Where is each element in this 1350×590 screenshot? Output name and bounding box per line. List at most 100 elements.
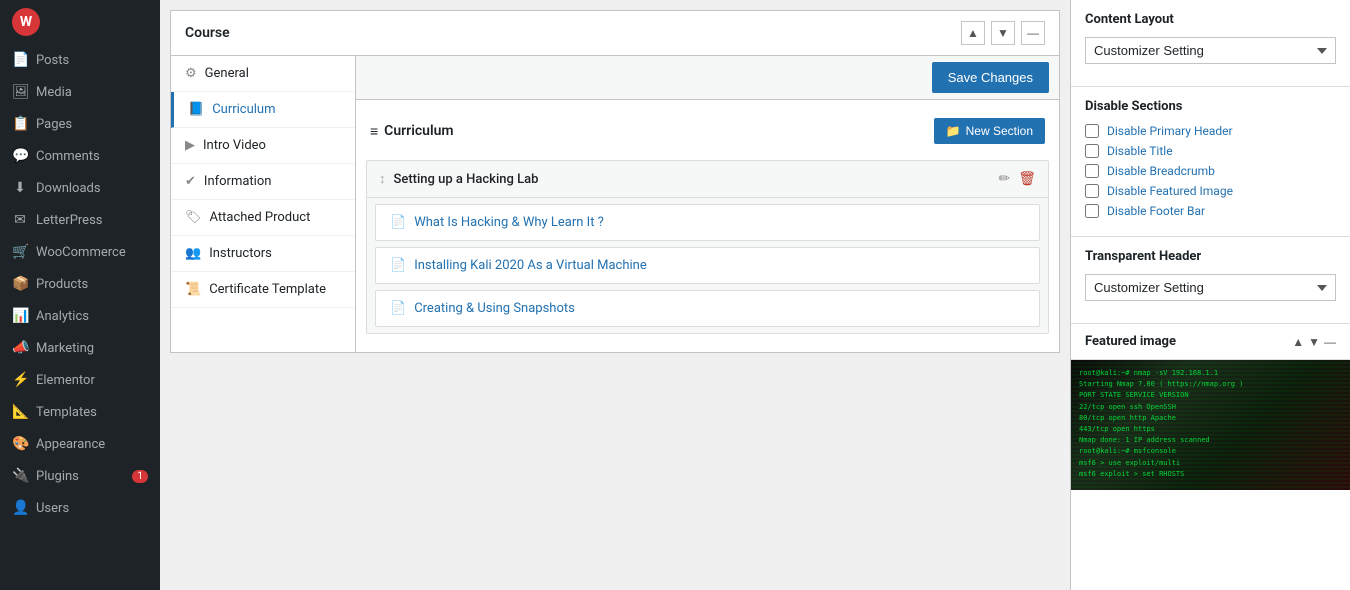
sidebar-label-downloads: Downloads (36, 181, 101, 196)
content-layout-select[interactable]: Customizer SettingFull WidthBoxed (1085, 37, 1336, 64)
checkbox-disable_featured_image[interactable] (1085, 184, 1099, 198)
code-line: PORT STATE SERVICE VERSION (1079, 390, 1342, 401)
lesson-icon-l2: 📄 (390, 258, 406, 273)
course-sidebar-item-information[interactable]: ✔ Information (171, 164, 355, 200)
new-section-folder-icon: 📁 (946, 124, 961, 138)
sidebar-icon-appearance: 🎨 (12, 436, 28, 452)
drag-icon-section1: ↕ (379, 171, 386, 187)
featured-image-collapse-down[interactable]: ▼ (1308, 335, 1320, 349)
checkbox-row-disable_title: Disable Title (1085, 144, 1336, 158)
section-header-section1: ↕ Setting up a Hacking Lab ✏ 🗑 (367, 161, 1048, 198)
section-name-section1: Setting up a Hacking Lab (394, 172, 539, 187)
code-line: msf6 exploit > set RHOSTS (1079, 469, 1342, 480)
featured-image-title: Featured image (1085, 334, 1176, 349)
sidebar-item-appearance[interactable]: 🎨 Appearance (0, 428, 160, 460)
checkbox-label-disable_featured_image[interactable]: Disable Featured Image (1107, 184, 1233, 198)
cs-icon-information: ✔ (185, 174, 196, 189)
sidebar-label-media: Media (36, 85, 72, 100)
code-line: 22/tcp open ssh OpenSSH (1079, 402, 1342, 413)
sidebar-item-marketing[interactable]: 📣 Marketing (0, 332, 160, 364)
course-sidebar-item-curriculum[interactable]: 📘 Curriculum (171, 92, 355, 128)
lesson-icon-l1: 📄 (390, 215, 406, 230)
sidebar-item-media[interactable]: 🖼 Media (0, 76, 160, 108)
curriculum-header: ≡ Curriculum 📁 New Section (366, 110, 1049, 152)
course-body: ⚙ General 📘 Curriculum ▶ Intro Video ✔ I… (171, 56, 1059, 352)
sidebar-item-elementor[interactable]: ⚡ Elementor (0, 364, 160, 396)
sidebar: W 📄 Posts 🖼 Media 📋 Pages 💬 Comments ⬇ D… (0, 0, 160, 590)
sidebar-item-pages[interactable]: 📋 Pages (0, 108, 160, 140)
panel-collapse-down-btn[interactable]: ▼ (991, 21, 1015, 45)
section-section1: ↕ Setting up a Hacking Lab ✏ 🗑 📄 What Is… (366, 160, 1049, 334)
checkbox-label-disable_primary_header[interactable]: Disable Primary Header (1107, 124, 1233, 138)
new-section-button[interactable]: 📁 New Section (934, 118, 1045, 144)
save-changes-button[interactable]: Save Changes (932, 62, 1049, 93)
course-sidebar-item-instructors[interactable]: 👥 Instructors (171, 236, 355, 272)
cs-label-attached_product: Attached Product (210, 210, 311, 225)
code-line: 443/tcp open https (1079, 424, 1342, 435)
transparent-header-title: Transparent Header (1085, 249, 1336, 264)
course-panel-header: Course ▲ ▼ — (171, 11, 1059, 56)
sidebar-item-products[interactable]: 📦 Products (0, 268, 160, 300)
featured-image-preview[interactable]: root@kali:~# nmap -sV 192.168.1.1Startin… (1071, 360, 1350, 490)
lesson-title-l3: Creating & Using Snapshots (414, 301, 575, 316)
cs-label-curriculum: Curriculum (212, 102, 275, 117)
cs-icon-certificate_template: 📜 (185, 282, 201, 297)
featured-image-panel: Featured image ▲ ▼ — root@kali:~# nmap -… (1071, 324, 1350, 490)
save-changes-bar: Save Changes (356, 56, 1059, 100)
cs-icon-intro_video: ▶ (185, 138, 195, 153)
sidebar-label-marketing: Marketing (36, 341, 94, 356)
sidebar-item-woocommerce[interactable]: 🛒 WooCommerce (0, 236, 160, 268)
sidebar-label-woocommerce: WooCommerce (36, 245, 126, 260)
cs-icon-curriculum: 📘 (188, 102, 204, 117)
checkbox-row-disable_featured_image: Disable Featured Image (1085, 184, 1336, 198)
transparent-header-select-wrapper: Customizer SettingEnableDisable (1085, 274, 1336, 301)
course-sidebar-item-attached_product[interactable]: 🏷 Attached Product (171, 200, 355, 236)
panel-minimize-btn[interactable]: — (1021, 21, 1045, 45)
code-line: msf6 > use exploit/multi (1079, 458, 1342, 469)
lesson-item-l3[interactable]: 📄 Creating & Using Snapshots (375, 290, 1040, 327)
sidebar-logo: W (0, 0, 160, 44)
checkbox-disable_footer_bar[interactable] (1085, 204, 1099, 218)
curriculum-label: Curriculum (384, 123, 453, 139)
sidebar-item-users[interactable]: 👤 Users (0, 492, 160, 524)
sidebar-item-plugins[interactable]: 🔌 Plugins 1 (0, 460, 160, 492)
checkbox-label-disable_title[interactable]: Disable Title (1107, 144, 1173, 158)
cs-label-instructors: Instructors (209, 246, 272, 261)
sidebar-icon-comments: 💬 (12, 148, 28, 164)
sidebar-item-comments[interactable]: 💬 Comments (0, 140, 160, 172)
sidebar-icon-letterpress: ✉ (12, 212, 28, 228)
panel-collapse-up-btn[interactable]: ▲ (961, 21, 985, 45)
sidebar-icon-woocommerce: 🛒 (12, 244, 28, 260)
sidebar-item-downloads[interactable]: ⬇ Downloads (0, 172, 160, 204)
featured-image-collapse-up[interactable]: ▲ (1292, 335, 1304, 349)
lesson-title-l2: Installing Kali 2020 As a Virtual Machin… (414, 258, 647, 273)
course-sidebar-item-certificate_template[interactable]: 📜 Certificate Template (171, 272, 355, 308)
course-sidebar-item-intro_video[interactable]: ▶ Intro Video (171, 128, 355, 164)
checkbox-disable_breadcrumb[interactable] (1085, 164, 1099, 178)
sidebar-icon-elementor: ⚡ (12, 372, 28, 388)
checkbox-row-disable_breadcrumb: Disable Breadcrumb (1085, 164, 1336, 178)
featured-image-minimize[interactable]: — (1324, 335, 1336, 349)
cs-icon-attached_product: 🏷 (185, 210, 202, 225)
course-sidebar-item-general[interactable]: ⚙ General (171, 56, 355, 92)
checkbox-disable_primary_header[interactable] (1085, 124, 1099, 138)
edit-icon-section1[interactable]: ✏ (998, 171, 1010, 187)
sidebar-item-templates[interactable]: 📐 Templates (0, 396, 160, 428)
sidebar-item-letterpress[interactable]: ✉ LetterPress (0, 204, 160, 236)
sidebar-icon-posts: 📄 (12, 52, 28, 68)
delete-icon-section1[interactable]: 🗑 (1018, 171, 1036, 187)
code-line: Starting Nmap 7.80 ( https://nmap.org ) (1079, 379, 1342, 390)
cs-icon-general: ⚙ (185, 66, 197, 81)
checkbox-label-disable_footer_bar[interactable]: Disable Footer Bar (1107, 204, 1205, 218)
curriculum-title: ≡ Curriculum (370, 123, 454, 140)
panel-header-controls: ▲ ▼ — (961, 21, 1045, 45)
checkbox-disable_title[interactable] (1085, 144, 1099, 158)
transparent-header-select[interactable]: Customizer SettingEnableDisable (1085, 274, 1336, 301)
lesson-title-l1: What Is Hacking & Why Learn It ? (414, 215, 604, 230)
checkbox-label-disable_breadcrumb[interactable]: Disable Breadcrumb (1107, 164, 1215, 178)
checkbox-row-disable_primary_header: Disable Primary Header (1085, 124, 1336, 138)
sidebar-item-posts[interactable]: 📄 Posts (0, 44, 160, 76)
lesson-item-l2[interactable]: 📄 Installing Kali 2020 As a Virtual Mach… (375, 247, 1040, 284)
lesson-item-l1[interactable]: 📄 What Is Hacking & Why Learn It ? (375, 204, 1040, 241)
sidebar-item-analytics[interactable]: 📊 Analytics (0, 300, 160, 332)
